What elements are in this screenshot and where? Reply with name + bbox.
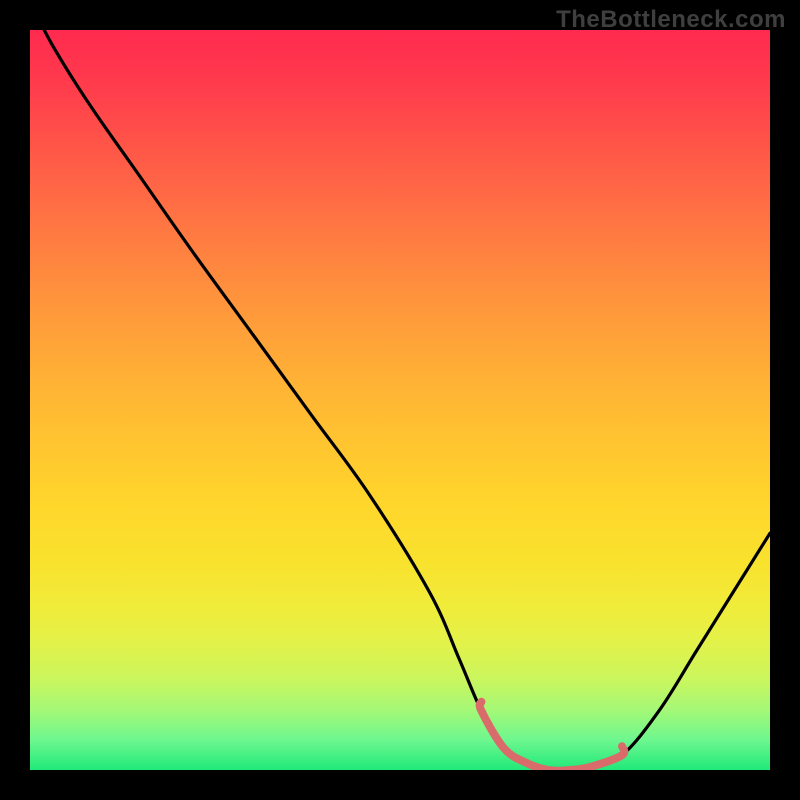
bottleneck-curve [30, 30, 770, 770]
plot-area [30, 30, 770, 770]
optimal-range-highlight [480, 702, 625, 770]
watermark-text: TheBottleneck.com [556, 6, 786, 34]
curve-line [30, 30, 770, 770]
